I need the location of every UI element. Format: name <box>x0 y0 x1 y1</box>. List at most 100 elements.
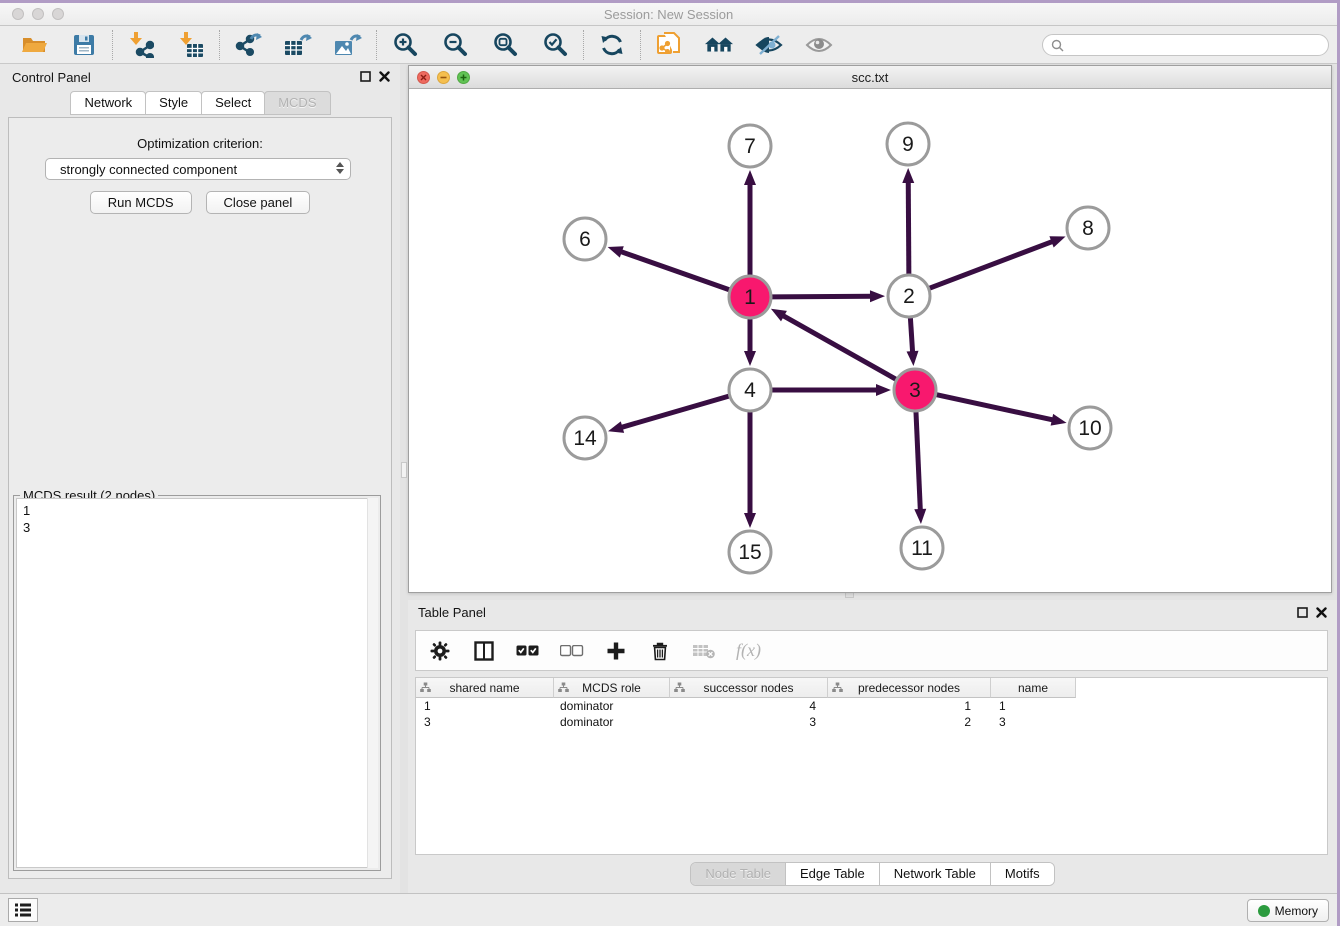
dropdown-stepper-icon <box>336 162 344 174</box>
graph-edge-1-6[interactable] <box>619 251 729 290</box>
table-cell: 3 <box>416 715 554 729</box>
close-panel-icon[interactable] <box>379 71 390 82</box>
graph-edge-4-14[interactable] <box>620 396 729 428</box>
float-panel-icon[interactable] <box>360 71 371 82</box>
memory-status-dot <box>1258 905 1270 917</box>
table-header-row: shared nameMCDS rolesuccessor nodesprede… <box>416 678 1327 698</box>
graph-edge-3-1[interactable] <box>781 315 895 380</box>
graph-edge-arrowhead <box>608 246 624 257</box>
table-cell: 1 <box>828 699 991 713</box>
criterion-dropdown[interactable]: strongly connected component <box>45 158 351 180</box>
network-file-icon[interactable] <box>655 31 683 59</box>
open-session-icon[interactable] <box>20 31 48 59</box>
export-table-icon[interactable] <box>284 31 312 59</box>
list-icon <box>14 902 32 918</box>
tab-network-table[interactable]: Network Table <box>880 863 991 885</box>
tab-motifs[interactable]: Motifs <box>991 863 1054 885</box>
tab-mcds[interactable]: MCDS <box>264 91 330 115</box>
search-icon <box>1051 39 1064 52</box>
network-minimize-button[interactable] <box>437 71 450 84</box>
tab-style[interactable]: Style <box>145 91 202 115</box>
column-header-shared-name[interactable]: shared name <box>416 678 554 698</box>
graph-edge-arrowhead <box>870 290 885 302</box>
tab-select[interactable]: Select <box>201 91 265 115</box>
memory-button[interactable]: Memory <box>1247 899 1329 922</box>
graph-node-label: 1 <box>744 286 756 309</box>
hide-unselected-icon[interactable] <box>755 31 783 59</box>
refresh-view-icon[interactable] <box>598 31 626 59</box>
tab-edge-table[interactable]: Edge Table <box>786 863 880 885</box>
tab-node-table[interactable]: Node Table <box>691 863 786 885</box>
control-panel-tabs: NetworkStyleSelectMCDS <box>0 91 400 115</box>
node-table[interactable]: shared nameMCDS rolesuccessor nodesprede… <box>415 677 1328 855</box>
function-builder-icon: f(x) <box>736 640 761 661</box>
show-all-icon[interactable] <box>805 31 833 59</box>
column-header-successor-nodes[interactable]: successor nodes <box>670 678 828 698</box>
network-close-button[interactable] <box>417 71 430 84</box>
graph-edge-arrowhead <box>771 309 787 322</box>
run-mcds-button[interactable]: Run MCDS <box>90 191 192 214</box>
splitter-grip[interactable] <box>401 462 407 478</box>
graph-node-label: 6 <box>579 228 591 251</box>
table-cell: 3 <box>670 715 828 729</box>
zoom-window-button[interactable] <box>52 8 64 20</box>
zoom-out-icon[interactable] <box>441 31 469 59</box>
vertical-splitter[interactable] <box>400 64 408 893</box>
graph-edge-2-3[interactable] <box>910 318 912 354</box>
network-graph: 7968124314101511 <box>409 89 1331 592</box>
column-type-icon <box>832 682 843 693</box>
window-traffic-lights <box>12 8 64 20</box>
table-row[interactable]: 1dominator411 <box>416 698 1327 714</box>
float-table-panel-icon[interactable] <box>1297 607 1308 618</box>
close-table-panel-icon[interactable] <box>1316 607 1327 618</box>
network-canvas[interactable]: 7968124314101511 <box>409 89 1331 592</box>
column-header-mcds-role[interactable]: MCDS role <box>554 678 670 698</box>
export-image-icon[interactable] <box>334 31 362 59</box>
graph-edge-arrowhead <box>608 421 624 433</box>
graph-edge-arrowhead <box>914 509 926 524</box>
zoom-in-icon[interactable] <box>391 31 419 59</box>
close-panel-button[interactable]: Close panel <box>206 191 311 214</box>
unselect-all-columns-icon[interactable] <box>560 639 584 663</box>
graph-node-label: 10 <box>1078 417 1101 440</box>
tab-network[interactable]: Network <box>70 91 146 115</box>
graph-edge-arrowhead <box>907 351 919 366</box>
mcds-result-scrollbar[interactable] <box>367 498 378 868</box>
network-zoom-button[interactable] <box>457 71 470 84</box>
graph-edge-1-2[interactable] <box>772 296 873 297</box>
zoom-fit-icon[interactable] <box>491 31 519 59</box>
graph-node-label: 7 <box>744 135 756 158</box>
close-window-button[interactable] <box>12 8 24 20</box>
mcds-result-text[interactable]: 1 3 <box>16 498 378 868</box>
create-column-icon[interactable] <box>604 639 628 663</box>
search-input[interactable] <box>1042 34 1329 56</box>
optimization-criterion-label: Optimization criterion: <box>9 136 391 151</box>
criterion-dropdown-value: strongly connected component <box>60 162 237 177</box>
task-history-button[interactable] <box>8 898 38 922</box>
network-window-title: scc.txt <box>852 70 889 85</box>
import-network-icon[interactable] <box>127 31 155 59</box>
export-network-icon[interactable] <box>234 31 262 59</box>
graph-edge-3-10[interactable] <box>936 395 1054 421</box>
select-all-columns-icon[interactable] <box>516 639 540 663</box>
column-header-predecessor-nodes[interactable]: predecessor nodes <box>828 678 991 698</box>
table-settings-gear-icon[interactable] <box>428 639 452 663</box>
table-panel: Table Panel <box>408 600 1337 893</box>
show-columns-icon[interactable] <box>472 639 496 663</box>
import-table-icon[interactable] <box>177 31 205 59</box>
home-layout-icon[interactable] <box>705 31 733 59</box>
graph-edge-2-9[interactable] <box>908 180 909 274</box>
minimize-window-button[interactable] <box>32 8 44 20</box>
column-header-name[interactable]: name <box>991 678 1076 698</box>
delete-column-trash-icon[interactable] <box>648 639 672 663</box>
graph-edge-3-11[interactable] <box>916 412 920 512</box>
save-session-icon[interactable] <box>70 31 98 59</box>
zoom-selected-icon[interactable] <box>541 31 569 59</box>
graph-edge-arrowhead <box>876 384 891 396</box>
control-panel-title: Control Panel <box>12 70 91 85</box>
table-row[interactable]: 3dominator323 <box>416 714 1327 730</box>
graph-node-label: 9 <box>902 133 914 156</box>
table-body: 1dominator4113dominator323 <box>416 698 1327 730</box>
status-bar: Memory <box>0 893 1337 926</box>
graph-edge-2-8[interactable] <box>930 241 1055 288</box>
